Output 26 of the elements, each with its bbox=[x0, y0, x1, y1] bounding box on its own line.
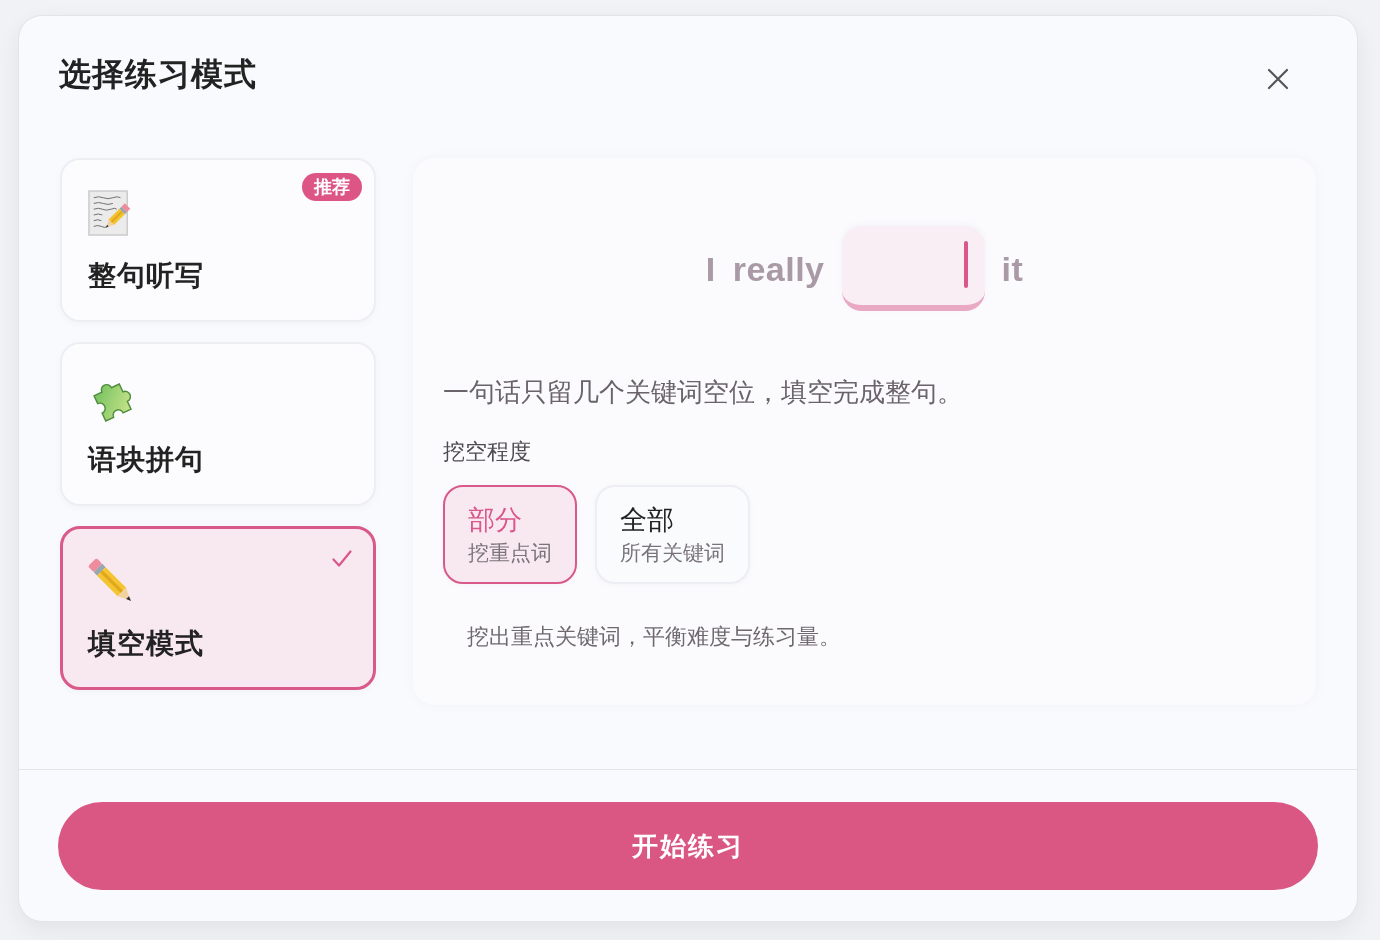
sentence-word: I bbox=[705, 248, 716, 289]
mode-card[interactable]: 整句听写 推荐 bbox=[60, 158, 376, 322]
sentence-word: it bbox=[1001, 248, 1024, 289]
mode-card[interactable]: 语块拼句 bbox=[60, 342, 376, 506]
dialog-title: 选择练习模式 bbox=[59, 55, 257, 94]
blank-input-field[interactable] bbox=[841, 226, 985, 311]
close-icon bbox=[1266, 67, 1290, 91]
difficulty-explanation: 挖出重点关键词，平衡难度与练习量。 bbox=[467, 623, 842, 651]
option-title: 部分 bbox=[468, 503, 522, 537]
option-subtitle: 所有关键词 bbox=[620, 539, 725, 566]
difficulty-label: 挖空程度 bbox=[443, 438, 532, 466]
mode-title: 语块拼句 bbox=[88, 443, 204, 477]
option-subtitle: 挖重点词 bbox=[468, 539, 552, 566]
mode-title: 填空模式 bbox=[88, 627, 204, 661]
note-pencil-icon bbox=[88, 190, 132, 238]
mode-card[interactable]: 填空模式 bbox=[60, 526, 376, 690]
checkmark-icon bbox=[332, 550, 352, 568]
recommended-badge: 推荐 bbox=[302, 173, 362, 201]
difficulty-option[interactable]: 部分 挖重点词 bbox=[443, 485, 577, 584]
mode-title: 整句听写 bbox=[88, 259, 204, 293]
mode-description: 一句话只留几个关键词空位，填空完成整句。 bbox=[443, 377, 964, 407]
difficulty-option[interactable]: 全部 所有关键词 bbox=[595, 485, 750, 584]
option-title: 全部 bbox=[620, 503, 674, 537]
sentence-word: really bbox=[732, 248, 825, 289]
text-cursor-icon bbox=[963, 241, 968, 288]
start-practice-button[interactable]: 开始练习 bbox=[58, 802, 1318, 890]
